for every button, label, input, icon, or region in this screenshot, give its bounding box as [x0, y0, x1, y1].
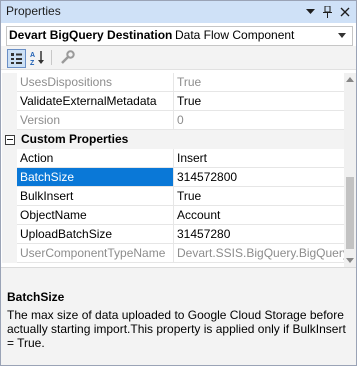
property-value[interactable]: True — [177, 189, 344, 204]
column-divider — [173, 225, 174, 244]
object-selector[interactable]: Devart BigQuery Destination Data Flow Co… — [6, 26, 353, 46]
row-gutter — [2, 206, 17, 225]
property-name: UsesDispositions — [20, 75, 113, 89]
column-divider — [173, 92, 174, 111]
row-gutter — [2, 111, 17, 130]
category-label: Custom Properties — [21, 132, 129, 146]
description-pane: BatchSize The max size of data uploaded … — [1, 284, 356, 365]
description-text: The max size of data uploaded to Google … — [7, 308, 346, 350]
property-name: BatchSize — [20, 170, 75, 184]
column-divider — [173, 244, 174, 263]
property-value[interactable]: 31457280 — [177, 227, 344, 242]
column-divider — [173, 73, 174, 92]
property-name: UserComponentTypeName — [20, 246, 166, 260]
category-custom-properties[interactable]: Custom Properties — [2, 130, 344, 149]
row-gutter — [2, 73, 17, 92]
column-divider — [173, 206, 174, 225]
scroll-up-icon[interactable] — [346, 77, 354, 82]
categorized-icon[interactable] — [7, 49, 26, 68]
property-value[interactable]: Devart.SSIS.BigQuery.BigQuery — [177, 246, 344, 261]
row-gutter — [2, 92, 17, 111]
property-row[interactable]: ObjectName Account — [2, 206, 344, 225]
row-line — [17, 262, 344, 263]
properties-toolbar: A Z — [1, 46, 356, 70]
property-value[interactable]: True — [177, 75, 344, 90]
row-gutter — [2, 149, 17, 168]
object-type: Data Flow Component — [175, 28, 295, 42]
object-name: Devart BigQuery Destination — [9, 28, 173, 42]
row-gutter — [2, 244, 17, 263]
pin-icon[interactable] — [319, 4, 335, 20]
property-row[interactable]: UsesDispositions True — [2, 73, 344, 92]
column-divider — [173, 111, 174, 130]
title-bar: Properties — [1, 1, 356, 23]
property-name: ValidateExternalMetadata — [20, 94, 157, 108]
column-divider — [173, 149, 174, 168]
property-grid: UsesDispositions True ValidateExternalMe… — [2, 73, 344, 267]
property-name: Version — [20, 113, 61, 127]
property-name: ObjectName — [20, 208, 87, 222]
property-value[interactable]: 314572800 — [177, 170, 344, 185]
description-splitter[interactable] — [1, 267, 356, 284]
property-value[interactable]: True — [177, 94, 344, 109]
chevron-down-icon[interactable] — [338, 33, 346, 38]
column-divider — [173, 168, 174, 187]
svg-text:A: A — [30, 52, 35, 59]
row-gutter — [2, 168, 17, 187]
svg-text:Z: Z — [30, 60, 35, 66]
properties-window: Properties Devart BigQuery Destination D… — [0, 0, 357, 366]
window-dropdown-icon[interactable] — [302, 4, 318, 20]
alphabetical-icon[interactable]: A Z — [29, 49, 46, 67]
collapse-icon[interactable] — [5, 135, 15, 145]
scroll-thumb[interactable] — [346, 177, 354, 249]
row-gutter — [2, 225, 17, 244]
description-title: BatchSize — [7, 290, 65, 304]
property-row[interactable]: Version 0 — [2, 111, 344, 130]
property-name: BulkInsert — [20, 189, 74, 203]
column-divider — [173, 187, 174, 206]
property-name: UploadBatchSize — [20, 227, 113, 241]
row-gutter — [2, 187, 17, 206]
property-value[interactable]: Account — [177, 208, 344, 223]
window-title: Properties — [6, 4, 61, 18]
property-name: Action — [20, 151, 54, 165]
property-value[interactable]: Insert — [177, 151, 344, 166]
property-row-selected[interactable]: BatchSize 314572800 — [2, 168, 344, 187]
property-row[interactable]: UploadBatchSize 31457280 — [2, 225, 344, 244]
scroll-down-icon[interactable] — [346, 258, 354, 263]
property-row[interactable]: Action Insert — [2, 149, 344, 168]
close-icon[interactable] — [337, 4, 353, 20]
property-row[interactable]: ValidateExternalMetadata True — [2, 92, 344, 111]
vertical-scrollbar[interactable] — [344, 73, 356, 267]
property-row[interactable]: UserComponentTypeName Devart.SSIS.BigQue… — [2, 244, 344, 263]
property-pages-icon[interactable] — [59, 49, 76, 66]
property-value[interactable]: 0 — [177, 113, 344, 128]
property-row[interactable]: BulkInsert True — [2, 187, 344, 206]
toolbar-separator — [51, 50, 52, 65]
